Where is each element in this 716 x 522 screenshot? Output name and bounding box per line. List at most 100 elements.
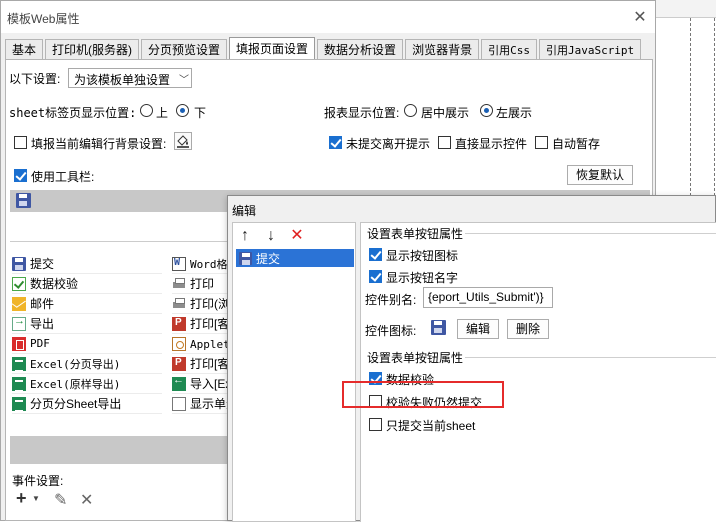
list-toolbar: ↑ ↓ ✕ [237, 227, 305, 245]
tab-browser-background[interactable]: 浏览器背景 [405, 39, 480, 61]
cell-icon [172, 396, 186, 411]
list-item[interactable]: 提交 [12, 254, 162, 274]
submit-current-sheet-checkbox[interactable] [369, 418, 382, 431]
delete-icon-button[interactable]: 删除 [507, 319, 549, 339]
delete-icon[interactable]: ✕ [289, 227, 305, 245]
import-icon [172, 374, 186, 391]
mail-icon [12, 296, 26, 311]
list-item[interactable]: 显示单元 [172, 394, 234, 414]
excel-icon [12, 356, 26, 372]
tab-css[interactable]: 引用Css [481, 39, 537, 61]
list-item[interactable]: 导入[Ex [172, 374, 234, 394]
fill-bg-checkbox[interactable] [14, 136, 27, 149]
tab-page-preview[interactable]: 分页预览设置 [141, 39, 228, 61]
tab-javascript[interactable]: 引用JavaScript [538, 39, 642, 61]
tab-basic[interactable]: 基本 [5, 39, 44, 61]
title-bar: 模板Web属性 ✕ [1, 1, 655, 33]
delete-icon[interactable]: ✕ [80, 490, 93, 510]
list-item[interactable]: Excel(原样导出) [12, 374, 162, 394]
save-icon [12, 256, 26, 271]
unsubmitted-leave-checkbox[interactable] [329, 136, 342, 149]
add-icon[interactable]: + [16, 488, 27, 509]
report-position-label: 报表显示位置: [324, 106, 400, 120]
list-item[interactable]: Word格式 [172, 254, 234, 274]
direct-control-label: 直接显示控件 [455, 137, 528, 151]
report-center-radio[interactable] [404, 104, 417, 117]
pdf-icon [12, 336, 26, 351]
applet-icon [172, 336, 186, 351]
dialog-title: 模板Web属性 [7, 12, 80, 26]
close-icon[interactable]: ✕ [629, 7, 651, 29]
group-title: 设置表单按钮属性 [365, 349, 466, 366]
save-icon [431, 320, 446, 335]
use-toolbar-label: 使用工具栏: [31, 170, 95, 184]
report-center-label: 居中展示 [421, 106, 470, 120]
alias-label: 控件别名: [365, 293, 417, 307]
list-item[interactable]: Applet打 [172, 334, 234, 354]
tab-data-analysis[interactable]: 数据分析设置 [317, 39, 404, 61]
report-left-radio[interactable] [480, 104, 493, 117]
edit-dialog-title: 编辑 [232, 204, 257, 218]
show-icon-checkbox[interactable] [369, 248, 382, 261]
edit-icon-button[interactable]: 编辑 [457, 319, 499, 339]
list-item[interactable]: 分页分Sheet导出 [12, 394, 162, 414]
sheet-tab-bottom-radio[interactable] [176, 104, 189, 117]
submit-current-sheet-label: 只提交当前sheet [386, 419, 476, 433]
list-item[interactable]: 打印 [172, 274, 234, 294]
edit-icon[interactable]: ✎ [54, 490, 67, 510]
list-item[interactable]: 导出 [12, 314, 162, 334]
list-item[interactable]: 打印(浏 [172, 294, 234, 314]
apply-select[interactable]: 为该模板单独设置 ﹀ [68, 68, 192, 88]
excel-icon [12, 376, 26, 392]
event-settings-label: 事件设置: [12, 474, 64, 488]
sheet-tab-top-label: 上 [156, 106, 169, 120]
print-red-icon [172, 316, 186, 331]
restore-default-button[interactable]: 恢复默认 [567, 165, 633, 185]
highlight-annotation [342, 381, 504, 408]
list-item[interactable]: 打印[客 [172, 314, 234, 334]
tab-strip: 基本 打印机(服务器) 分页预览设置 填报页面设置 数据分析设置 浏览器背景 引… [5, 37, 643, 61]
save-icon[interactable] [16, 193, 31, 208]
save-icon [239, 251, 252, 265]
list-item[interactable]: 数据校验 [12, 274, 162, 294]
apply-select-value: 为该模板单独设置 [74, 73, 171, 87]
paint-bucket-icon[interactable] [174, 132, 192, 150]
use-toolbar-checkbox[interactable] [14, 169, 27, 182]
fill-bg-label: 填报当前编辑行背景设置: [31, 137, 167, 151]
chevron-down-icon: ﹀ [179, 75, 189, 86]
tab-fill-page-settings[interactable]: 填报页面设置 [229, 37, 316, 61]
list-item[interactable]: 打印[客 [172, 354, 234, 374]
move-down-icon[interactable]: ↓ [263, 227, 279, 245]
show-icon-label: 显示按钮图标 [386, 249, 459, 263]
tab-printer-server[interactable]: 打印机(服务器) [45, 39, 140, 61]
show-name-label: 显示按钮名字 [386, 271, 459, 285]
print-icon [172, 296, 186, 311]
button-list-panel: ↑ ↓ ✕ 提交 [232, 222, 356, 522]
sheet-tab-top-radio[interactable] [140, 104, 153, 117]
alias-input[interactable]: {eport_Utils_Submit')} [423, 287, 553, 308]
move-up-icon[interactable]: ↑ [237, 227, 253, 245]
list-item[interactable]: PDF [12, 334, 162, 354]
edit-dialog: 编辑 ↑ ↓ ✕ 提交 设置表单按钮属性 显示按钮图标 显示按钮名字 控件别名:… [227, 195, 716, 522]
list-item[interactable]: 邮件 [12, 294, 162, 314]
print-icon [172, 276, 186, 291]
direct-control-checkbox[interactable] [438, 136, 451, 149]
show-name-checkbox[interactable] [369, 270, 382, 283]
excel-icon [12, 396, 26, 412]
sheet-header [656, 0, 716, 18]
apply-label: 以下设置: [9, 72, 61, 86]
export-icon [12, 315, 26, 331]
autosave-label: 自动暂存 [552, 137, 601, 151]
list-item[interactable]: Excel(分页导出) [12, 354, 162, 374]
sheet-tab-position-label: sheet标签页显示位置: [9, 106, 137, 120]
dropdown-icon[interactable]: ▼ [32, 494, 40, 503]
sheet-tab-bottom-label: 下 [194, 106, 207, 120]
word-icon [172, 256, 186, 271]
check-icon [12, 276, 26, 291]
report-left-label: 左展示 [496, 106, 533, 120]
unsubmitted-leave-label: 未提交离开提示 [346, 137, 431, 151]
print-red-icon [172, 356, 186, 371]
autosave-checkbox[interactable] [535, 136, 548, 149]
list-item-submit[interactable]: 提交 [236, 249, 354, 267]
icon-label: 控件图标: [365, 324, 417, 338]
